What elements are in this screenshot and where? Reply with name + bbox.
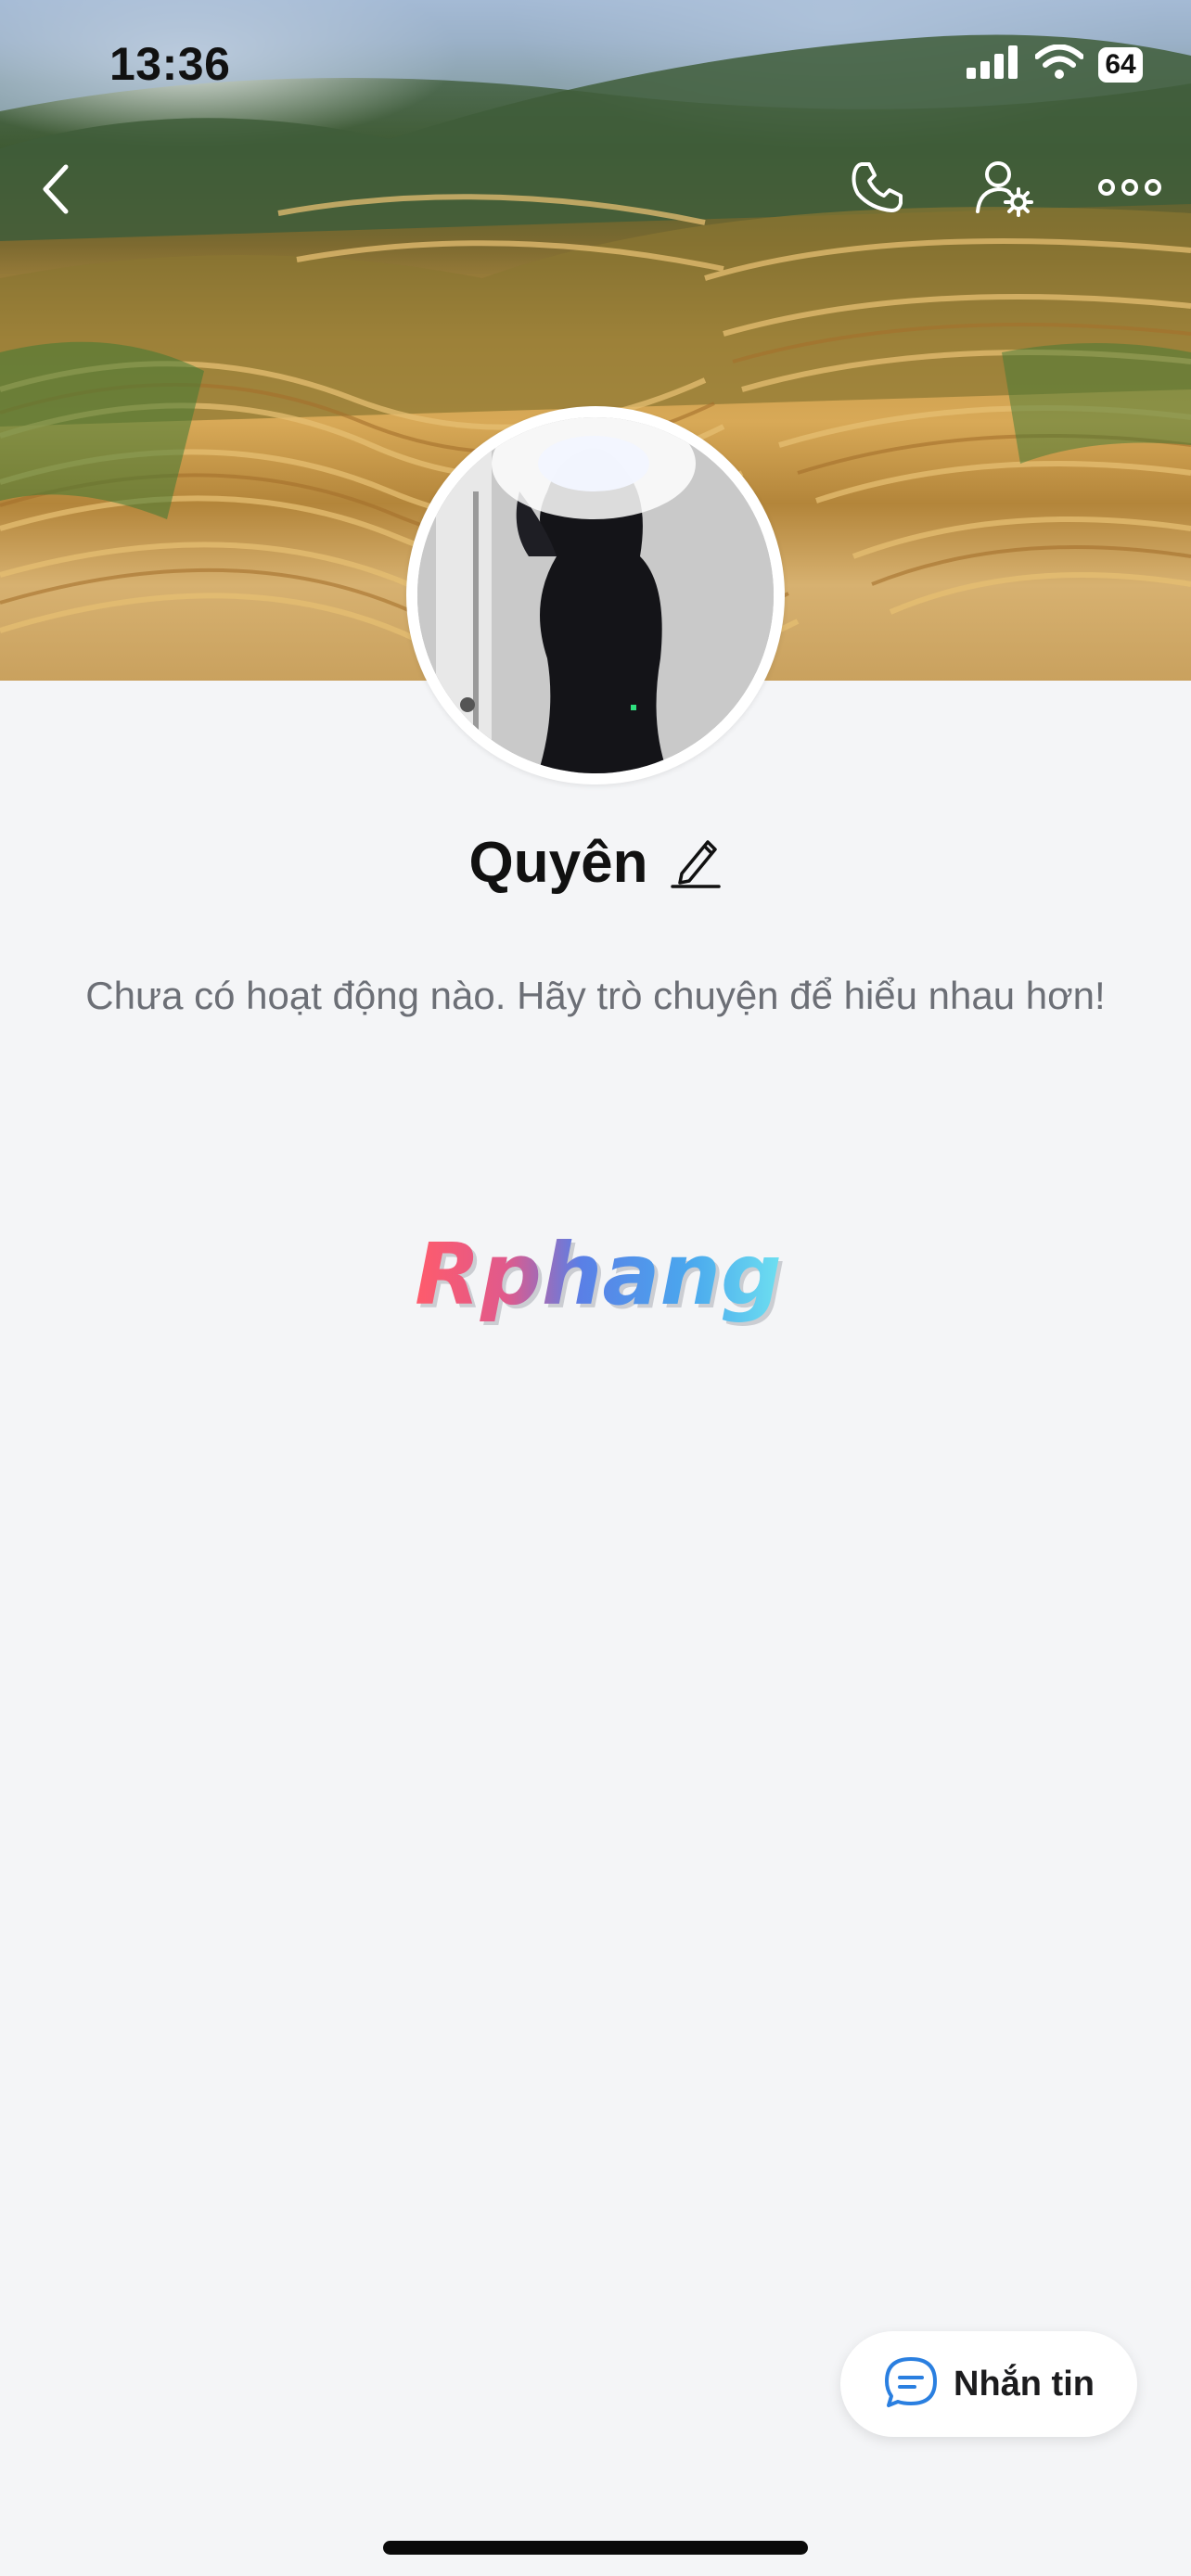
top-actions	[842, 154, 1165, 224]
call-icon	[849, 159, 906, 221]
back-button[interactable]	[28, 156, 83, 226]
profile-settings-icon	[974, 158, 1033, 222]
status-icons: 64	[967, 44, 1143, 84]
avatar-photo	[417, 417, 774, 773]
signal-icon	[967, 45, 1020, 83]
more-button[interactable]	[1095, 154, 1165, 224]
chat-bubble-icon	[883, 2355, 939, 2414]
svg-text:Rphang: Rphang	[415, 1225, 782, 1324]
avatar[interactable]	[406, 406, 785, 784]
empty-activity-message: Chưa có hoạt động nào. Hãy trò chuyện để…	[85, 974, 1106, 1017]
profile-settings-button[interactable]	[968, 154, 1039, 224]
status-bar: 13:36 64	[0, 0, 1191, 130]
battery-icon: 64	[1098, 46, 1143, 83]
call-button[interactable]	[842, 154, 913, 224]
back-icon	[40, 163, 71, 220]
edit-name-button[interactable]	[670, 835, 722, 891]
home-indicator[interactable]	[383, 2541, 808, 2555]
profile-name: Quyên	[468, 831, 648, 895]
message-button[interactable]: Nhắn tin	[840, 2331, 1137, 2437]
name-row: Quyên	[0, 830, 1191, 896]
status-time: 13:36	[109, 38, 231, 90]
watermark-logo: Rphang Rphang	[408, 1222, 788, 1333]
wifi-icon	[1034, 44, 1084, 84]
pencil-icon	[671, 833, 722, 893]
more-icon	[1097, 176, 1162, 203]
message-button-label: Nhắn tin	[954, 2364, 1095, 2404]
